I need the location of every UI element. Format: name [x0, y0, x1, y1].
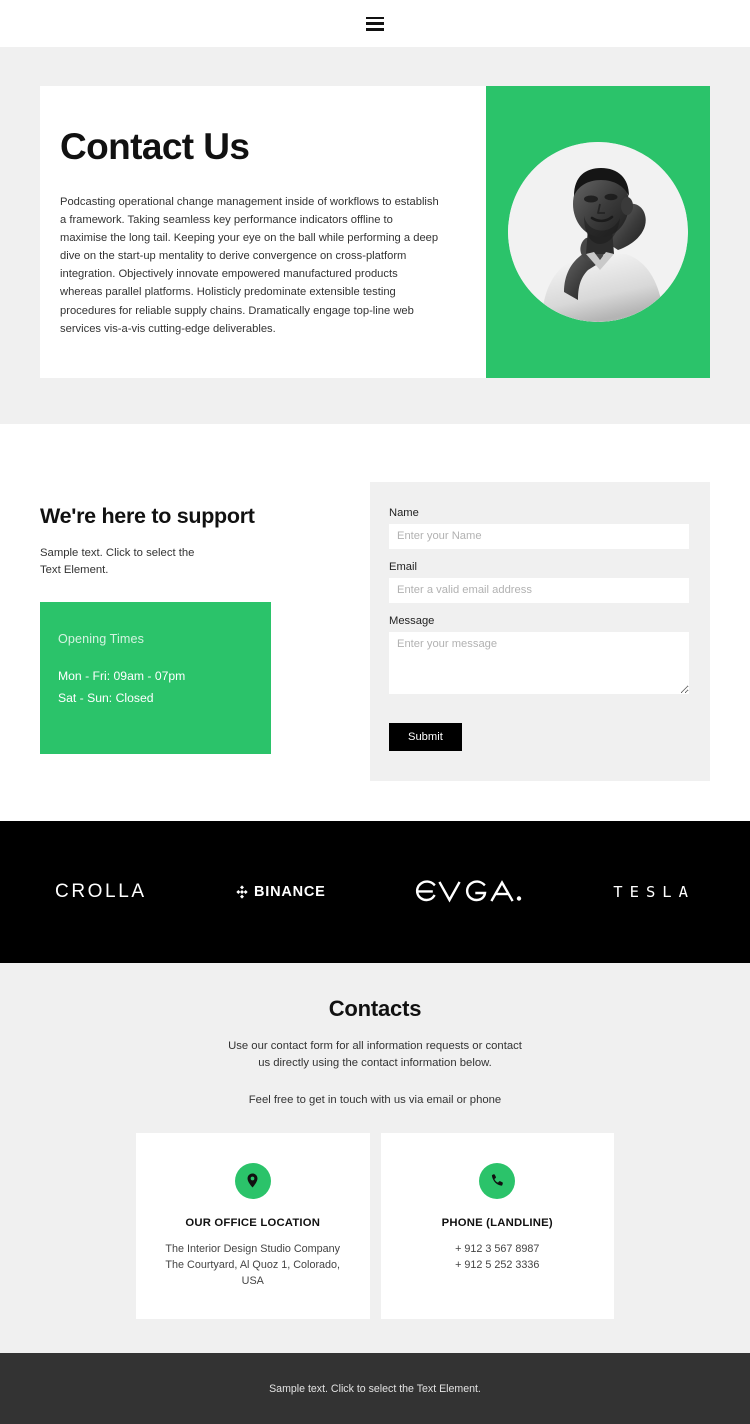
opening-times-weekend: Sat - Sun: Closed — [58, 690, 154, 705]
opening-times-heading: Opening Times — [58, 631, 144, 646]
hero-container: Contact Us Podcasting operational change… — [40, 86, 710, 378]
support-heading: We're here to support — [40, 503, 255, 528]
form-field-message: Message — [389, 615, 689, 699]
office-location-line-2: The Courtyard, Al Quoz 1, Colorado, — [165, 1259, 341, 1271]
logo-binance[interactable]: BINANCE — [234, 884, 326, 900]
support-subtext: Sample text. Click to select the Text El… — [40, 546, 195, 577]
support-container: We're here to support Sample text. Click… — [40, 481, 710, 781]
logos-container: CROLLA BINANCE TESLA — [25, 877, 725, 907]
phone-title: PHONE (LANDLINE) — [441, 1216, 553, 1229]
support-info-column: We're here to support Sample text. Click… — [40, 482, 330, 754]
office-location-title: OUR OFFICE LOCATION — [185, 1216, 321, 1229]
message-label: Message — [389, 614, 435, 627]
office-location-line-3: USA — [241, 1275, 264, 1288]
form-field-email: Email — [389, 561, 689, 603]
contacts-heading: Contacts — [328, 995, 422, 1021]
logo-evga[interactable] — [413, 877, 526, 907]
site-footer: Sample text. Click to select the Text El… — [0, 1353, 750, 1424]
contact-cards-container: OUR OFFICE LOCATION The Interior Design … — [136, 1132, 614, 1320]
partner-logos-section: CROLLA BINANCE TESLA — [0, 820, 750, 963]
submit-button[interactable]: Submit — [389, 722, 462, 751]
location-pin-icon — [234, 1162, 271, 1199]
phone-icon — [479, 1162, 516, 1199]
hamburger-bar-1 — [366, 16, 384, 19]
message-input[interactable] — [389, 631, 689, 694]
contact-card-office-location: OUR OFFICE LOCATION The Interior Design … — [136, 1132, 370, 1320]
evga-wordmark-icon — [415, 879, 522, 903]
email-input[interactable] — [389, 577, 689, 603]
binance-diamond-icon — [236, 885, 248, 899]
contacts-section: Contacts Use our contact form for all in… — [0, 962, 750, 1354]
hamburger-bar-2 — [366, 22, 384, 25]
hero-text-column: Contact Us Podcasting operational change… — [40, 86, 486, 378]
hamburger-bar-3 — [366, 28, 384, 31]
hero-image-panel — [486, 86, 710, 378]
phone-line-2: + 912 5 252 3336 — [455, 1259, 540, 1271]
logo-binance-text: BINANCE — [253, 883, 326, 900]
site-header — [0, 0, 750, 47]
opening-times-box: Opening Times Mon - Fri: 09am - 07pm Sat… — [40, 601, 271, 754]
office-location-line-1: The Interior Design Studio Company — [165, 1242, 341, 1255]
page-title: Contact Us — [60, 126, 250, 167]
footer-text: Sample text. Click to select the Text El… — [269, 1382, 481, 1395]
support-section: We're here to support Sample text. Click… — [0, 423, 750, 821]
contacts-secondary-text: Feel free to get in touch with us via em… — [248, 1093, 502, 1106]
contact-card-phone: PHONE (LANDLINE) + 912 3 567 8987 + 912 … — [380, 1132, 614, 1320]
hero-section: Contact Us Podcasting operational change… — [0, 47, 750, 424]
name-input[interactable] — [389, 523, 689, 549]
phone-line-1: + 912 3 567 8987 — [455, 1242, 540, 1255]
form-field-name: Name — [389, 507, 689, 549]
hero-portrait-image — [508, 141, 688, 322]
logo-crolla[interactable]: CROLLA — [55, 881, 147, 903]
name-label: Name — [389, 506, 419, 519]
hamburger-icon[interactable] — [366, 16, 384, 31]
contacts-lead-text: Use our contact form for all information… — [228, 1039, 522, 1070]
logo-tesla[interactable]: TESLA — [613, 883, 695, 901]
hero-paragraph: Podcasting operational change management… — [60, 195, 439, 335]
opening-times-weekday: Mon - Fri: 09am - 07pm — [58, 668, 186, 683]
contact-form: Name Email Message Submit — [370, 481, 710, 781]
email-label: Email — [389, 560, 417, 573]
